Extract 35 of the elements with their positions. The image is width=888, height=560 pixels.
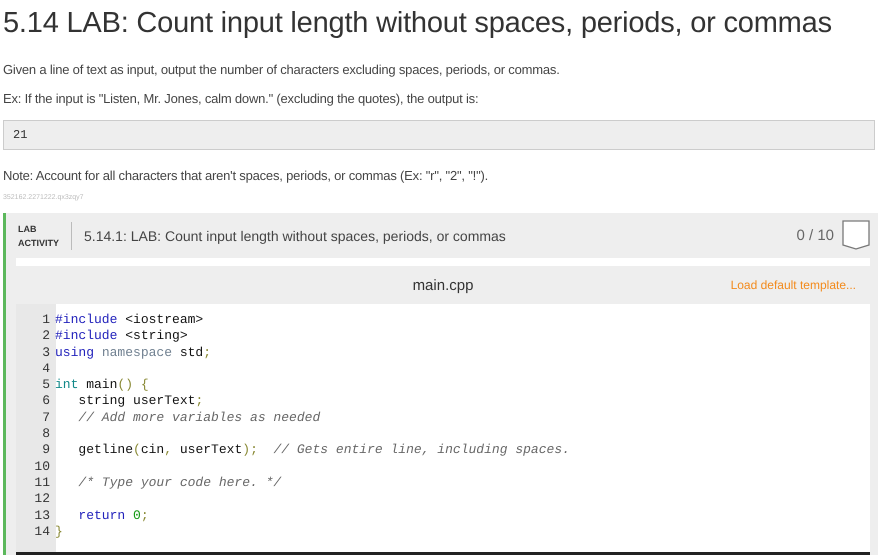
note-text: Note: Account for all characters that aren't spaces, periods, or commas (Ex: "r", "2", "!"). [3, 168, 490, 183]
code-line: string userText; [77, 393, 204, 410]
line-number: 13 [33, 508, 51, 524]
load-template-link[interactable]: Load default template... [730, 278, 856, 292]
line-number: 10 [33, 458, 51, 475]
file-name: main.cpp [412, 276, 474, 294]
code-line: int main() { [55, 377, 149, 394]
line-number: 5 [41, 377, 51, 394]
page-title: 5.14 LAB: Count input length without spaces, periods, or commas [3, 7, 833, 40]
code-line: // Add more variables as needed [77, 410, 320, 426]
code-line: return 0; [77, 508, 149, 524]
shield-icon [842, 220, 870, 251]
activity-label: LAB ACTIVITY [18, 222, 72, 250]
code-line: #include <string> [55, 328, 188, 345]
paragraph: Given a line of text as input, output the number of characters excluding spaces, periods, or commas. [3, 62, 561, 77]
line-number: 8 [41, 426, 51, 442]
line-number: 11 [33, 474, 51, 492]
code-line: using namespace std; [55, 344, 212, 361]
code-line: } [55, 524, 63, 540]
line-number: 1 [41, 312, 51, 328]
line-number: 3 [41, 344, 51, 361]
line-number: 9 [41, 442, 51, 459]
score-text: 0 / 10 [796, 227, 834, 244]
line-number: 2 [41, 328, 51, 345]
code-line: getline(cin, userText); // Gets entire line, including spaces. [77, 442, 570, 459]
example-output: 21 [3, 120, 875, 150]
code-line: /* Type your code here. */ [77, 474, 282, 492]
code-line: #include <iostream> [55, 312, 204, 328]
paragraph: Ex: If the input is "Listen, Mr. Jones, calm down." (excluding the quotes), the output is: [3, 91, 480, 106]
line-number: 12 [33, 491, 51, 508]
line-number: 6 [41, 393, 51, 410]
line-number: 7 [41, 410, 51, 426]
activity-title: 5.14.1: LAB: Count input length without spaces, periods, or commas [83, 228, 507, 244]
line-number: 14 [33, 524, 51, 540]
line-number: 4 [41, 360, 51, 378]
